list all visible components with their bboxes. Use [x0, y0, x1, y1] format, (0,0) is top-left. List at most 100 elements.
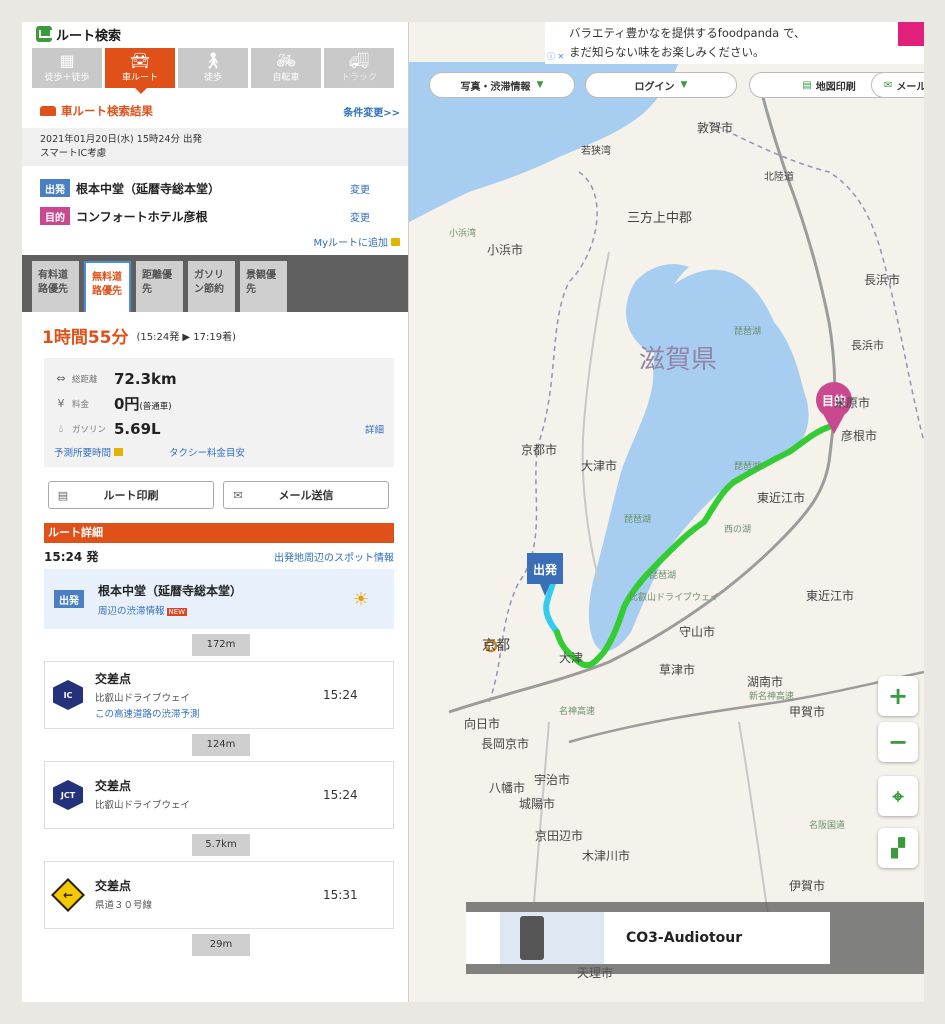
spot-info-link[interactable]: 出発地周辺のスポット情報	[274, 549, 394, 564]
tab-scenic-priority[interactable]: 景観優先	[240, 261, 287, 312]
map-view[interactable]: 出発 目的 敦賀市 若狭湾 三方上中郡 小浜市 北陸道 長浜市 長浜市 米原市 彦根市 琵琶湖 琵琶…	[409, 22, 924, 1002]
panel-title-text: ルート検索	[56, 28, 122, 44]
car-icon	[40, 106, 56, 116]
map-place-label: 比叡山ドライブウェイ	[629, 591, 719, 603]
route-detail-header: ルート詳細	[44, 523, 394, 543]
map-place-label: 湖南市	[747, 674, 783, 689]
distance-icon: ⇔	[56, 372, 66, 385]
change-conditions-link[interactable]: 条件変更>>	[343, 104, 400, 119]
fee-value: 0円	[114, 395, 140, 413]
map-canvas[interactable]: 出発 目的 敦賀市若狭湾三方上中郡小浜市北陸道長浜市長浜市米原市彦根市琵琶湖琵琶…	[409, 22, 924, 1002]
fee-note: (普通車)	[139, 402, 172, 412]
datetime-text: 2021年01月20日(水) 15時24分 出発	[40, 134, 202, 145]
departure-row: 15:24 発 出発地周辺のスポット情報	[44, 543, 394, 569]
route-step[interactable]: JCT 交差点 比叡山ドライブウェイ 15:24	[44, 761, 394, 829]
step-road: 県道３０号線	[95, 900, 153, 911]
map-place-label: 小浜湾	[449, 227, 476, 239]
change-origin-link[interactable]: 変更	[350, 181, 390, 196]
car-icon: 🚘︎	[129, 51, 151, 70]
tab-transit-walk[interactable]: ▦ 徒歩＋徒歩	[32, 48, 102, 88]
destination-tag: 目的	[40, 207, 70, 225]
detail-link[interactable]: 詳細	[365, 422, 384, 436]
segment-distance: 172m	[192, 634, 250, 656]
map-place-label: 米原市	[834, 395, 870, 410]
lock-icon	[114, 448, 124, 456]
tab-toll-priority[interactable]: 有料道路優先	[32, 261, 79, 312]
map-place-label: 名阪国道	[809, 819, 845, 831]
duration: 1時間55分	[42, 327, 129, 348]
map-place-label: 琵琶湖	[624, 514, 651, 525]
map-place-label: 宇治市	[534, 772, 570, 787]
japan-map-button[interactable]: ▞	[878, 828, 918, 868]
chevron-down-icon: ▼	[536, 80, 544, 90]
map-place-label: 木津川市	[582, 848, 630, 863]
ad-action-button[interactable]	[898, 22, 924, 46]
map-place-label: 西の湖	[724, 524, 751, 535]
print-route-button[interactable]: ▤ ルート印刷	[48, 481, 214, 509]
map-place-label: 大津	[559, 651, 583, 665]
map-place-label: 長浜市	[864, 272, 900, 287]
yen-icon: ¥	[57, 397, 65, 410]
zoom-out-button[interactable]: −	[878, 722, 918, 762]
send-mail-button[interactable]: ✉ メール送信	[223, 481, 389, 509]
zoom-in-button[interactable]: +	[878, 676, 918, 716]
tab-free-priority[interactable]: 無料道路優先	[84, 261, 131, 312]
map-place-label: 長浜市	[851, 338, 884, 352]
change-destination-link[interactable]: 変更	[350, 209, 390, 224]
traffic-info-link[interactable]: 周辺の渋滞情報	[98, 606, 165, 617]
step-road: 比叡山ドライブウェイ	[95, 800, 191, 811]
fee-label: 料金	[72, 399, 90, 410]
expressway-traffic-link[interactable]: この高速道路の渋滞予測	[95, 706, 323, 720]
step-title: 交差点	[95, 879, 132, 893]
app-frame: ルート検索 ▦ 徒歩＋徒歩 🚘︎ 車ルート 🚶︎ 徒歩 🚲︎ 自転車 🚚︎ トラック 車ル…	[22, 22, 924, 1002]
map-place-label: 彦根市	[841, 428, 877, 443]
map-place-label: 東近江市	[806, 588, 854, 603]
road-kosei	[581, 251, 610, 583]
turn-left-sign-icon: ←	[51, 878, 85, 912]
step-time: 15:24	[323, 788, 358, 802]
origin-tag: 出発	[54, 590, 84, 608]
minus-icon: −	[887, 728, 909, 756]
map-place-label: 京都市	[521, 442, 557, 457]
segment-distance: 29m	[192, 934, 250, 956]
map-place-label: 新名神高速	[749, 690, 794, 702]
route-step[interactable]: IC 交差点 比叡山ドライブウェイ この高速道路の渋滞予測 15:24	[44, 661, 394, 729]
tab-walk[interactable]: 🚶︎ 徒歩	[178, 48, 248, 88]
locate-crosshair-icon: ⌖	[892, 784, 904, 808]
step-road: 比叡山ドライブウェイ	[95, 693, 191, 704]
ad-info-icon[interactable]: ⓘ ✕	[547, 51, 564, 62]
mail-icon: ✉	[233, 488, 243, 502]
tab-truck[interactable]: 🚚︎ トラック	[324, 48, 394, 88]
login-button[interactable]: ログイン ▼	[585, 72, 737, 98]
route-step[interactable]: ← 交差点 県道３０号線 15:31	[44, 861, 394, 929]
photo-traffic-button[interactable]: 写真・渋滞情報 ▼	[429, 72, 575, 98]
tab-car[interactable]: 🚘︎ 車ルート	[105, 48, 175, 94]
mode-tabs: ▦ 徒歩＋徒歩 🚘︎ 車ルート 🚶︎ 徒歩 🚲︎ 自転車 🚚︎ トラック	[22, 46, 408, 94]
route-panel: ルート検索 ▦ 徒歩＋徒歩 🚘︎ 車ルート 🚶︎ 徒歩 🚲︎ 自転車 🚚︎ トラック 車ル…	[22, 22, 409, 1002]
bottom-ad-banner[interactable]: CO3-Audiotour	[466, 902, 924, 974]
prefecture-label: 滋賀県	[639, 345, 717, 375]
smart-ic-text: スマートIC考慮	[40, 148, 107, 159]
truck-icon: 🚚︎	[348, 51, 370, 70]
map-place-label: 草津市	[659, 662, 695, 677]
printer-icon: ▤	[57, 488, 69, 502]
map-place-label: 若狭湾	[581, 144, 611, 157]
road-south	[533, 721, 770, 923]
route-search-logo-icon	[36, 26, 52, 42]
tab-distance-priority[interactable]: 距離優先	[136, 261, 183, 312]
taxi-fare-link[interactable]: タクシー料金目安	[169, 445, 245, 459]
add-myroute-link[interactable]: Myルートに追加	[313, 238, 388, 249]
top-ad-banner[interactable]: バラエティ豊かなを提供するfoodpanda で、 まだ知らない味をお楽しみくだ…	[545, 22, 924, 64]
ad-line-1: バラエティ豊かなを提供するfoodpanda で、	[569, 26, 806, 40]
tab-bicycle[interactable]: 🚲︎ 自転車	[251, 48, 321, 88]
tab-gas-saving[interactable]: ガソリン節約	[188, 261, 235, 312]
map-place-label: 東近江市	[757, 490, 805, 505]
mail-button[interactable]: ✉ メール	[871, 72, 924, 98]
route-stats: ⇔ 総距離 72.3km ¥ 料金 0円(普通車) 💧︎ ガソリン 5.69L …	[44, 358, 394, 467]
step-time: 15:24	[323, 688, 358, 702]
bicycle-icon: 🚲︎	[275, 51, 297, 70]
origin-pin[interactable]: 出発	[527, 553, 563, 596]
distance-value: 72.3km	[114, 369, 177, 388]
current-location-button[interactable]: ⌖	[878, 776, 918, 816]
predicted-time-link[interactable]: 予測所要時間	[54, 448, 111, 459]
